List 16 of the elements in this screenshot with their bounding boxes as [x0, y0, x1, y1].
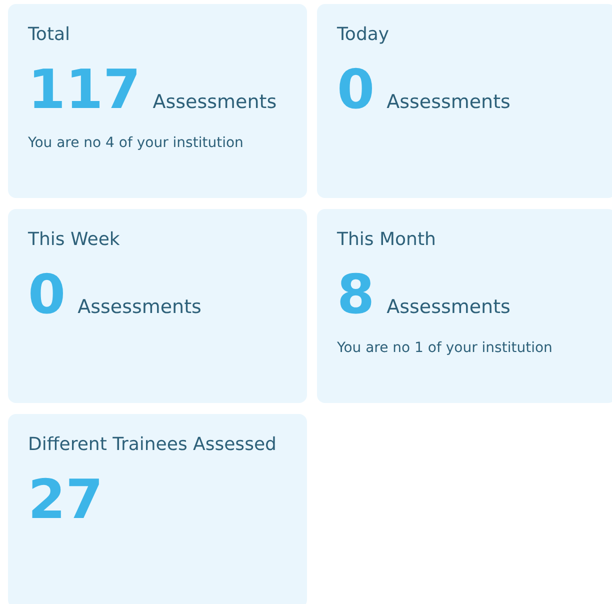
stat-value: 0 [337, 63, 375, 117]
card-title: This Month [337, 229, 437, 250]
rank-note: You are no 1 of your institution [337, 340, 554, 356]
stat-value: 0 [28, 268, 66, 322]
stat-value: 8 [337, 268, 375, 322]
stat-unit: Assessments [78, 296, 202, 318]
stat-value: 27 [28, 473, 104, 527]
card-title: This Week [28, 229, 121, 250]
card-title: Today [337, 24, 390, 45]
card-title: Total [28, 24, 72, 45]
stat-unit: Assessments [152, 91, 277, 113]
stat-unit: Assessments [386, 296, 510, 318]
card-title: Different Trainees Assessed [28, 434, 278, 455]
rank-note: You are no 4 of your institution [28, 135, 244, 151]
stat-value: 117 [28, 63, 141, 117]
stat-unit: Assessments [386, 91, 510, 113]
